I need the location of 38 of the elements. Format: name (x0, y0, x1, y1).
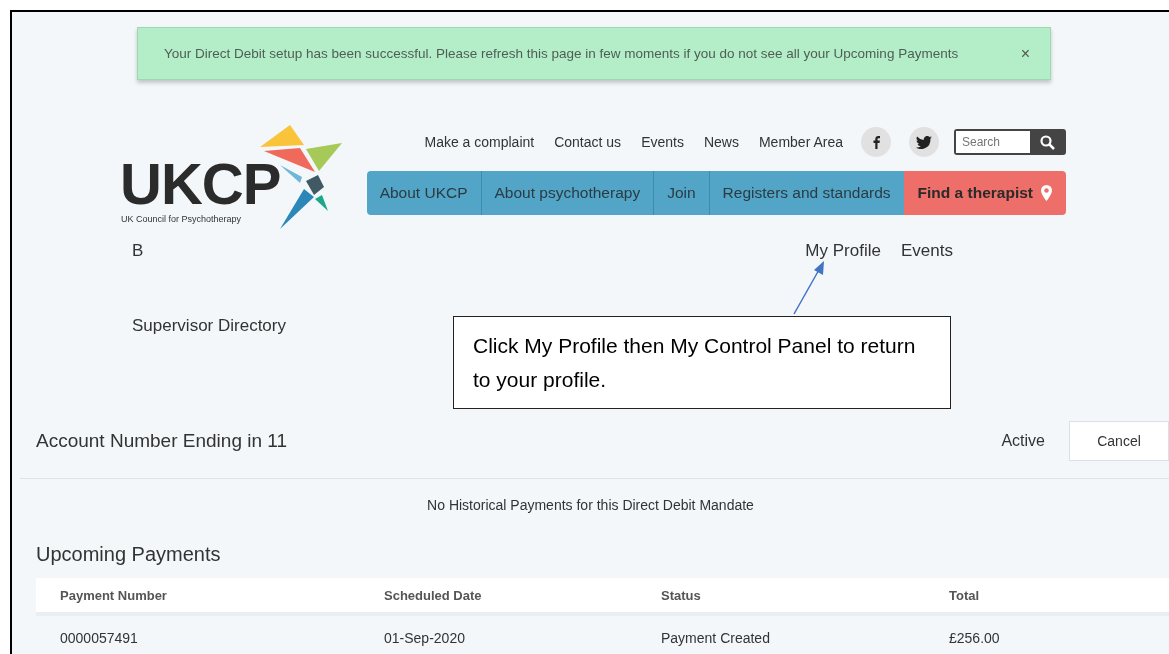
search-icon[interactable] (1030, 131, 1064, 153)
nav-tab[interactable]: Join (653, 171, 709, 215)
top-link[interactable]: Member Area (758, 134, 843, 150)
cancel-button[interactable]: Cancel (1069, 421, 1169, 461)
table-cell-text: £256.00 (949, 630, 1001, 646)
menu-text[interactable]: B (132, 241, 144, 261)
table-cell-text: 0000057491 (60, 630, 139, 646)
close-button[interactable]: × (1016, 44, 1034, 63)
top-link[interactable]: News (703, 134, 739, 150)
logo-tagline: UK Council for Psychotherapy (121, 214, 242, 224)
search-field[interactable]: Search (954, 129, 1066, 155)
mandate-status: Active (1001, 432, 1045, 450)
top-link[interactable]: Make a complaint (424, 134, 535, 150)
facebook-icon[interactable] (861, 127, 891, 157)
account-title: Account Number Ending in 11 (36, 430, 289, 452)
pointer-arrow (793, 261, 824, 315)
column-header: Status (661, 587, 702, 603)
table-cell-text: 01-Sep-2020 (384, 630, 466, 646)
column-header: Total (949, 587, 981, 603)
map-pin-icon (1041, 185, 1052, 201)
column-header: Scheduled Date (384, 587, 483, 603)
nav-tab[interactable]: About UKCP (366, 171, 481, 215)
profile-link[interactable]: Events (900, 241, 953, 261)
top-link[interactable]: Contact us (554, 134, 622, 150)
profile-link[interactable]: My Profile (805, 241, 881, 261)
directory-link[interactable]: Supervisor Directory (132, 316, 286, 336)
nav-tab[interactable]: Registers and standards (708, 171, 904, 215)
top-link[interactable]: Events (641, 134, 684, 150)
column-header: Payment Number (60, 587, 168, 603)
nav-tab[interactable]: Find a therapist (903, 171, 1066, 215)
nav-tab[interactable]: About psychotherapy (480, 171, 654, 215)
empty-message: No Historical Payments for this Direct Debit Mandate (426, 497, 755, 513)
section-title: Upcoming Payments (36, 543, 222, 566)
logo-wordmark: UKCP (120, 155, 281, 213)
bird-icon[interactable] (909, 127, 939, 157)
callout-box: Click My Profile then My Control Panel to return to your profile. (453, 316, 951, 409)
table-cell-text: Payment Created (661, 630, 771, 646)
alert-message: Your Direct Debit setup has been successful. Please refresh this page in few moments if you do not see all your Upcoming Payments (164, 46, 959, 61)
